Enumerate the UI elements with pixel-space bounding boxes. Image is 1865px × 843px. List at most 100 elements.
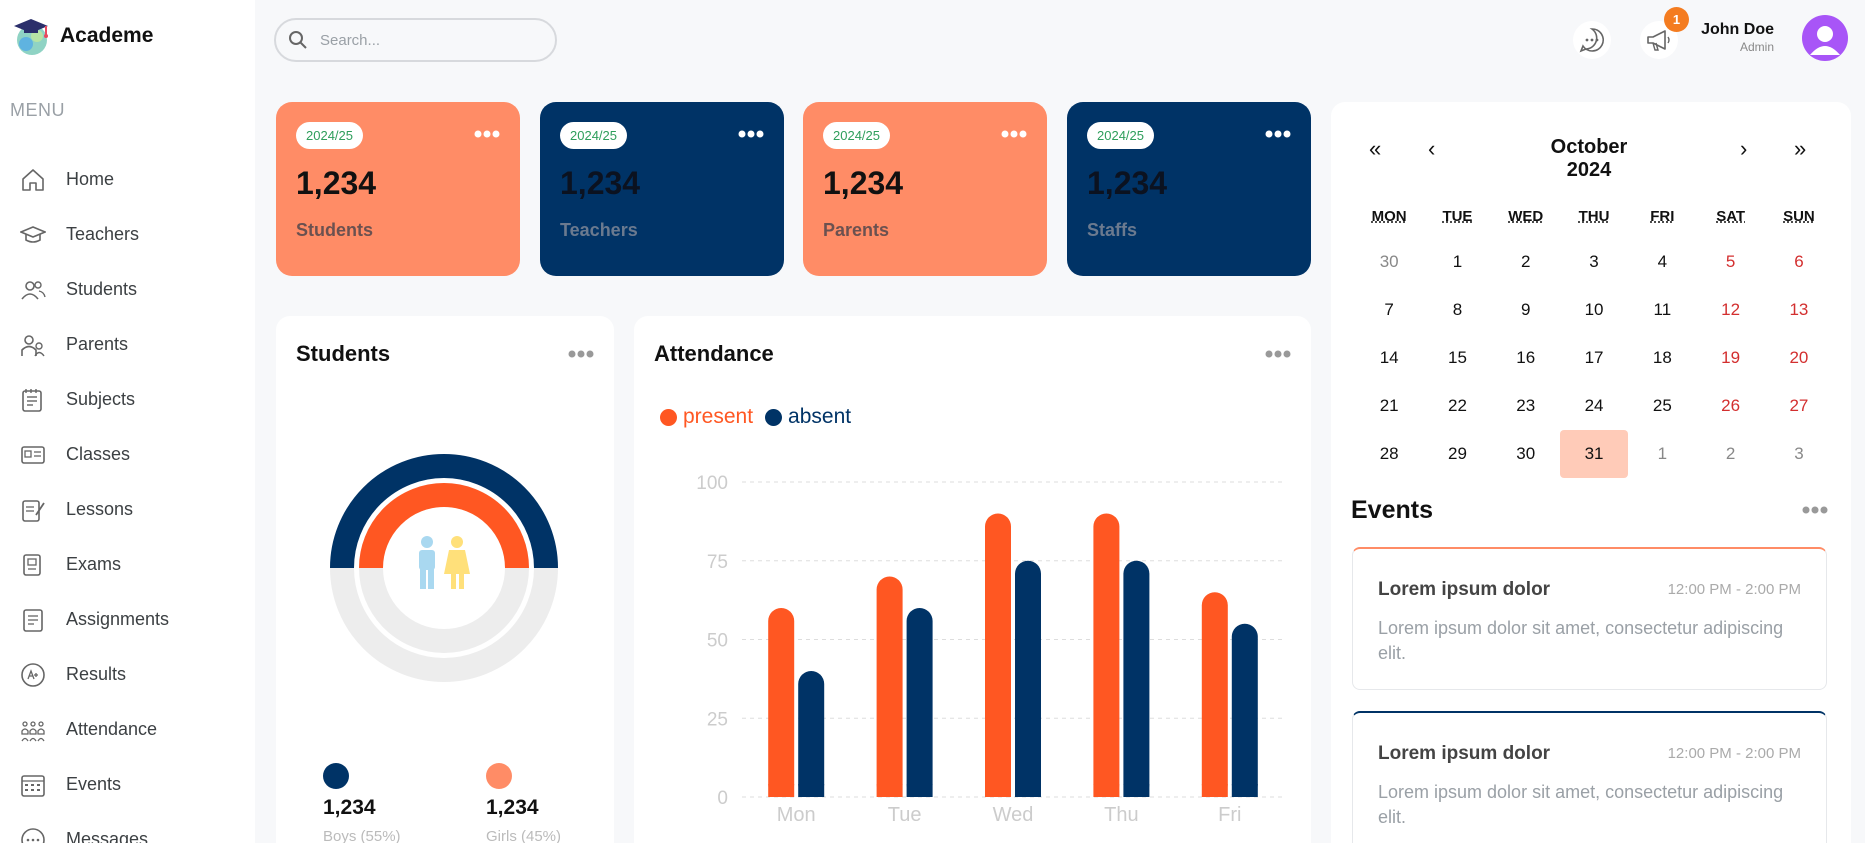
calendar-day[interactable]: 3 [1765,444,1833,464]
attendance-panel-title: Attendance [654,341,774,366]
calendar-day[interactable]: 30 [1492,444,1560,464]
exams-icon [23,553,41,576]
calendar-day[interactable]: 30 [1355,252,1423,272]
calendar-day[interactable]: 8 [1423,300,1491,320]
calendar-day[interactable]: 17 [1560,348,1628,368]
sidebar-item-students[interactable]: Students [0,262,255,317]
more-icon[interactable] [1001,130,1027,138]
event-card[interactable]: Lorem ipsum dolor 12:00 PM - 2:00 PM Lor… [1352,711,1827,843]
event-title: Lorem ipsum dolor [1378,743,1551,764]
sidebar-item-home[interactable]: Home [0,152,255,207]
bar-absent-thu [1123,560,1150,797]
user-role: Admin [1739,40,1774,54]
search-input[interactable] [320,31,540,49]
event-card[interactable]: Lorem ipsum dolor 12:00 PM - 2:00 PM Lor… [1352,547,1827,690]
gender-ratio-chart [330,454,558,682]
weekday-label: WED [1508,207,1544,225]
user-info[interactable]: John Doe Admin [1701,21,1774,54]
calendar-day[interactable]: 9 [1492,300,1560,320]
calendar-day[interactable]: 28 [1355,444,1423,464]
calendar-day[interactable]: 16 [1492,348,1560,368]
calendar-day[interactable]: 7 [1355,300,1423,320]
search-bar[interactable] [274,18,557,62]
calendar-day[interactable]: 29 [1423,444,1491,464]
sidebar-item-results[interactable]: Results [0,647,255,702]
calendar-day[interactable]: 5 [1696,252,1764,272]
x-tick-label: Fri [1218,804,1241,826]
calendar-day[interactable]: 25 [1628,396,1696,416]
sidebar-item-lessons[interactable]: Lessons [0,482,255,537]
calendar-day[interactable]: 2 [1696,444,1764,464]
calendar-day[interactable]: 19 [1696,348,1764,368]
subjects-icon [22,388,42,412]
calendar-day[interactable]: 4 [1628,252,1696,272]
calendar-day[interactable]: 6 [1765,252,1833,272]
sidebar-item-teachers[interactable]: Teachers [0,207,255,262]
calendar-day[interactable]: 1 [1628,444,1696,464]
sidebar-item-label: Teachers [66,224,140,244]
calendar-day[interactable]: 11 [1628,300,1696,320]
more-icon[interactable] [474,130,500,138]
calendar-day[interactable]: 12 [1696,300,1764,320]
more-icon[interactable] [1265,130,1291,138]
stat-card-students[interactable]: 2024/25 1,234 Students [276,102,520,276]
calendar-day[interactable]: 13 [1765,300,1833,320]
calendar-week: 7 8 9 10 11 12 13 [1355,286,1865,334]
sidebar-item-attendance[interactable]: Attendance [0,702,255,757]
sidebar-item-events[interactable]: Events [0,757,255,812]
sidebar-item-subjects[interactable]: Subjects [0,372,255,427]
sidebar-item-assignments[interactable]: Assignments [0,592,255,647]
boys-label: Boys (55%) [323,828,401,843]
bar-present-thu [1093,513,1120,797]
calendar-week: 28 29 30 31 1 2 3 [1355,430,1865,478]
chat-button[interactable] [1573,21,1611,59]
stat-card-teachers[interactable]: 2024/25 1,234 Teachers [540,102,784,276]
attendance-icon [21,720,45,741]
sidebar-item-label: Exams [66,554,122,574]
students-more-icon[interactable] [568,349,594,359]
sidebar-item-parents[interactable]: Parents [0,317,255,372]
calendar-week: 21 22 23 24 25 26 27 [1355,382,1865,430]
avatar[interactable] [1802,15,1848,61]
year-badge: 2024/25 [823,122,890,149]
sidebar-item-classes[interactable]: Classes [0,427,255,482]
bar-base-present-thu [1093,784,1120,797]
calendar-day[interactable]: 20 [1765,348,1833,368]
stat-value: 1,234 [560,165,641,201]
stat-card-staffs[interactable]: 2024/25 1,234 Staffs [1067,102,1311,276]
events-icon [21,774,45,797]
brand[interactable]: Academe [12,16,153,56]
calendar-first-button[interactable]: « [1369,136,1381,162]
teacher-icon [20,225,46,243]
calendar-prev-button[interactable]: ‹ [1428,136,1435,162]
sidebar-item-messages[interactable]: Messages [0,812,255,843]
bar-absent-wed [1015,560,1041,797]
calendar-day[interactable]: 3 [1560,252,1628,272]
stat-card-parents[interactable]: 2024/25 1,234 Parents [803,102,1047,276]
bar-absent-mon [798,671,825,797]
sidebar-item-label: Events [66,774,122,794]
calendar-last-button[interactable]: » [1794,136,1806,162]
calendar-day[interactable]: 18 [1628,348,1696,368]
calendar-day[interactable]: 23 [1492,396,1560,416]
events-more-icon[interactable] [1802,505,1828,515]
stat-label: Staffs [1087,220,1138,240]
calendar-day[interactable]: 1 [1423,252,1491,272]
calendar-day-selected[interactable]: 31 [1559,430,1629,478]
weekday-label: SAT [1716,207,1746,225]
calendar-day[interactable]: 24 [1560,396,1628,416]
sidebar-item-exams[interactable]: Exams [0,537,255,592]
more-icon[interactable] [738,130,764,138]
calendar-day[interactable]: 15 [1423,348,1491,368]
calendar-day[interactable]: 14 [1355,348,1423,368]
calendar-day[interactable]: 10 [1560,300,1628,320]
attendance-more-icon[interactable] [1265,349,1291,359]
calendar-next-button[interactable]: › [1740,136,1747,162]
calendar-day[interactable]: 21 [1355,396,1423,416]
x-tick-label: Wed [993,804,1034,826]
calendar-day[interactable]: 2 [1492,252,1560,272]
calendar-day[interactable]: 22 [1423,396,1491,416]
calendar-day[interactable]: 26 [1696,396,1764,416]
y-tick-label: 0 [717,788,728,809]
calendar-day[interactable]: 27 [1765,396,1833,416]
